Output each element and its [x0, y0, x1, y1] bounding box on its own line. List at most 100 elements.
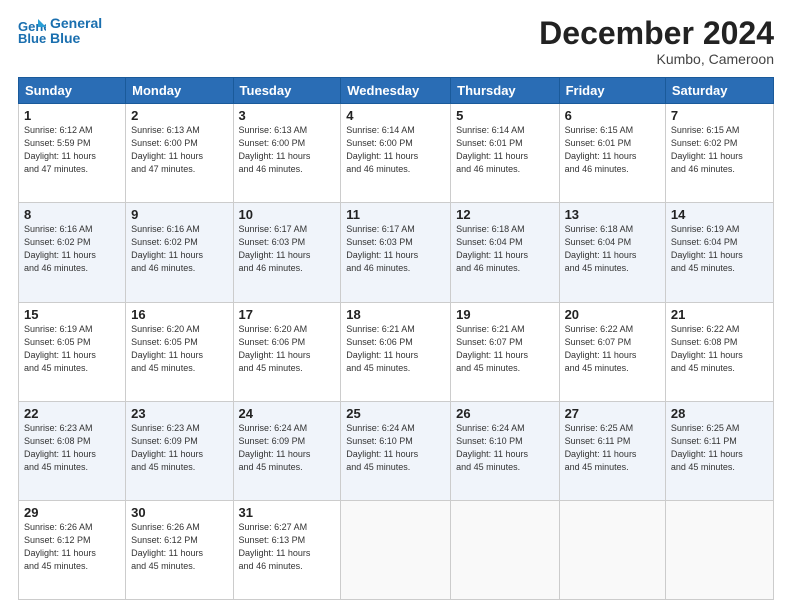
day-detail: Sunrise: 6:16 AM Sunset: 6:02 PM Dayligh… — [131, 223, 227, 275]
calendar-cell: 13Sunrise: 6:18 AM Sunset: 6:04 PM Dayli… — [559, 203, 665, 302]
day-detail: Sunrise: 6:15 AM Sunset: 6:01 PM Dayligh… — [565, 124, 660, 176]
day-detail: Sunrise: 6:19 AM Sunset: 6:04 PM Dayligh… — [671, 223, 768, 275]
day-number: 23 — [131, 406, 227, 421]
weekday-header-saturday: Saturday — [665, 78, 773, 104]
day-number: 7 — [671, 108, 768, 123]
day-detail: Sunrise: 6:25 AM Sunset: 6:11 PM Dayligh… — [671, 422, 768, 474]
day-detail: Sunrise: 6:24 AM Sunset: 6:10 PM Dayligh… — [346, 422, 445, 474]
day-number: 22 — [24, 406, 120, 421]
calendar-cell: 6Sunrise: 6:15 AM Sunset: 6:01 PM Daylig… — [559, 104, 665, 203]
page-header: General Blue General Blue December 2024 … — [18, 16, 774, 67]
day-number: 26 — [456, 406, 553, 421]
calendar-cell: 11Sunrise: 6:17 AM Sunset: 6:03 PM Dayli… — [341, 203, 451, 302]
calendar-cell: 7Sunrise: 6:15 AM Sunset: 6:02 PM Daylig… — [665, 104, 773, 203]
day-number: 28 — [671, 406, 768, 421]
calendar-table: SundayMondayTuesdayWednesdayThursdayFrid… — [18, 77, 774, 600]
day-number: 21 — [671, 307, 768, 322]
day-detail: Sunrise: 6:18 AM Sunset: 6:04 PM Dayligh… — [565, 223, 660, 275]
day-detail: Sunrise: 6:12 AM Sunset: 5:59 PM Dayligh… — [24, 124, 120, 176]
day-number: 13 — [565, 207, 660, 222]
day-number: 3 — [239, 108, 336, 123]
day-detail: Sunrise: 6:20 AM Sunset: 6:05 PM Dayligh… — [131, 323, 227, 375]
day-number: 11 — [346, 207, 445, 222]
calendar-cell: 1Sunrise: 6:12 AM Sunset: 5:59 PM Daylig… — [19, 104, 126, 203]
logo: General Blue General Blue — [18, 16, 102, 47]
day-detail: Sunrise: 6:15 AM Sunset: 6:02 PM Dayligh… — [671, 124, 768, 176]
day-number: 17 — [239, 307, 336, 322]
day-number: 5 — [456, 108, 553, 123]
day-number: 16 — [131, 307, 227, 322]
day-number: 27 — [565, 406, 660, 421]
day-detail: Sunrise: 6:24 AM Sunset: 6:10 PM Dayligh… — [456, 422, 553, 474]
day-detail: Sunrise: 6:26 AM Sunset: 6:12 PM Dayligh… — [131, 521, 227, 573]
weekday-header-friday: Friday — [559, 78, 665, 104]
calendar-cell: 27Sunrise: 6:25 AM Sunset: 6:11 PM Dayli… — [559, 401, 665, 500]
day-number: 20 — [565, 307, 660, 322]
calendar-cell: 8Sunrise: 6:16 AM Sunset: 6:02 PM Daylig… — [19, 203, 126, 302]
calendar-cell: 21Sunrise: 6:22 AM Sunset: 6:08 PM Dayli… — [665, 302, 773, 401]
calendar-cell — [559, 500, 665, 599]
day-number: 31 — [239, 505, 336, 520]
calendar-cell — [341, 500, 451, 599]
day-detail: Sunrise: 6:14 AM Sunset: 6:00 PM Dayligh… — [346, 124, 445, 176]
day-detail: Sunrise: 6:21 AM Sunset: 6:07 PM Dayligh… — [456, 323, 553, 375]
calendar-page: General Blue General Blue December 2024 … — [0, 0, 792, 612]
day-detail: Sunrise: 6:14 AM Sunset: 6:01 PM Dayligh… — [456, 124, 553, 176]
calendar-week-row: 29 Sunrise: 6:26 AM Sunset: 6:12 PM Dayli… — [19, 500, 774, 599]
day-number: 4 — [346, 108, 445, 123]
day-detail: Sunrise: 6:19 AM Sunset: 6:05 PM Dayligh… — [24, 323, 120, 375]
calendar-cell: 17Sunrise: 6:20 AM Sunset: 6:06 PM Dayli… — [233, 302, 341, 401]
weekday-header-wednesday: Wednesday — [341, 78, 451, 104]
logo-text: General Blue — [50, 16, 102, 47]
day-detail: Sunrise: 6:16 AM Sunset: 6:02 PM Dayligh… — [24, 223, 120, 275]
day-number: 18 — [346, 307, 445, 322]
day-detail: Sunrise: 6:13 AM Sunset: 6:00 PM Dayligh… — [131, 124, 227, 176]
day-detail: Sunrise: 6:25 AM Sunset: 6:11 PM Dayligh… — [565, 422, 660, 474]
calendar-cell: 4Sunrise: 6:14 AM Sunset: 6:00 PM Daylig… — [341, 104, 451, 203]
calendar-cell: 19Sunrise: 6:21 AM Sunset: 6:07 PM Dayli… — [451, 302, 559, 401]
svg-text:Blue: Blue — [18, 31, 46, 45]
day-detail: Sunrise: 6:22 AM Sunset: 6:08 PM Dayligh… — [671, 323, 768, 375]
day-detail: Sunrise: 6:13 AM Sunset: 6:00 PM Dayligh… — [239, 124, 336, 176]
day-detail: Sunrise: 6:23 AM Sunset: 6:09 PM Dayligh… — [131, 422, 227, 474]
calendar-week-row: 8Sunrise: 6:16 AM Sunset: 6:02 PM Daylig… — [19, 203, 774, 302]
location: Kumbo, Cameroon — [539, 51, 774, 67]
day-detail: Sunrise: 6:17 AM Sunset: 6:03 PM Dayligh… — [346, 223, 445, 275]
day-number: 29 — [24, 505, 120, 520]
calendar-cell: 16Sunrise: 6:20 AM Sunset: 6:05 PM Dayli… — [126, 302, 233, 401]
day-detail: Sunrise: 6:24 AM Sunset: 6:09 PM Dayligh… — [239, 422, 336, 474]
day-detail: Sunrise: 6:20 AM Sunset: 6:06 PM Dayligh… — [239, 323, 336, 375]
weekday-header-tuesday: Tuesday — [233, 78, 341, 104]
weekday-header-thursday: Thursday — [451, 78, 559, 104]
day-number: 1 — [24, 108, 120, 123]
calendar-cell — [451, 500, 559, 599]
weekday-header-sunday: Sunday — [19, 78, 126, 104]
calendar-cell: 5Sunrise: 6:14 AM Sunset: 6:01 PM Daylig… — [451, 104, 559, 203]
calendar-cell: 2Sunrise: 6:13 AM Sunset: 6:00 PM Daylig… — [126, 104, 233, 203]
day-number: 12 — [456, 207, 553, 222]
calendar-week-row: 22Sunrise: 6:23 AM Sunset: 6:08 PM Dayli… — [19, 401, 774, 500]
day-number: 9 — [131, 207, 227, 222]
calendar-cell: 14Sunrise: 6:19 AM Sunset: 6:04 PM Dayli… — [665, 203, 773, 302]
calendar-cell: 23Sunrise: 6:23 AM Sunset: 6:09 PM Dayli… — [126, 401, 233, 500]
calendar-cell: 12Sunrise: 6:18 AM Sunset: 6:04 PM Dayli… — [451, 203, 559, 302]
calendar-cell: 30Sunrise: 6:26 AM Sunset: 6:12 PM Dayli… — [126, 500, 233, 599]
day-number: 14 — [671, 207, 768, 222]
day-detail: Sunrise: 6:22 AM Sunset: 6:07 PM Dayligh… — [565, 323, 660, 375]
day-number: 24 — [239, 406, 336, 421]
day-detail: Sunrise: 6:23 AM Sunset: 6:08 PM Dayligh… — [24, 422, 120, 474]
calendar-week-row: 1Sunrise: 6:12 AM Sunset: 5:59 PM Daylig… — [19, 104, 774, 203]
day-number: 19 — [456, 307, 553, 322]
calendar-cell: 26Sunrise: 6:24 AM Sunset: 6:10 PM Dayli… — [451, 401, 559, 500]
weekday-header-row: SundayMondayTuesdayWednesdayThursdayFrid… — [19, 78, 774, 104]
day-number: 10 — [239, 207, 336, 222]
day-detail: Sunrise: 6:27 AM Sunset: 6:13 PM Dayligh… — [239, 521, 336, 573]
calendar-cell: 28Sunrise: 6:25 AM Sunset: 6:11 PM Dayli… — [665, 401, 773, 500]
calendar-cell — [665, 500, 773, 599]
logo-icon: General Blue — [18, 17, 46, 45]
calendar-cell: 18Sunrise: 6:21 AM Sunset: 6:06 PM Dayli… — [341, 302, 451, 401]
day-detail: Sunrise: 6:17 AM Sunset: 6:03 PM Dayligh… — [239, 223, 336, 275]
day-detail: Sunrise: 6:21 AM Sunset: 6:06 PM Dayligh… — [346, 323, 445, 375]
calendar-cell: 31Sunrise: 6:27 AM Sunset: 6:13 PM Dayli… — [233, 500, 341, 599]
calendar-cell: 10Sunrise: 6:17 AM Sunset: 6:03 PM Dayli… — [233, 203, 341, 302]
